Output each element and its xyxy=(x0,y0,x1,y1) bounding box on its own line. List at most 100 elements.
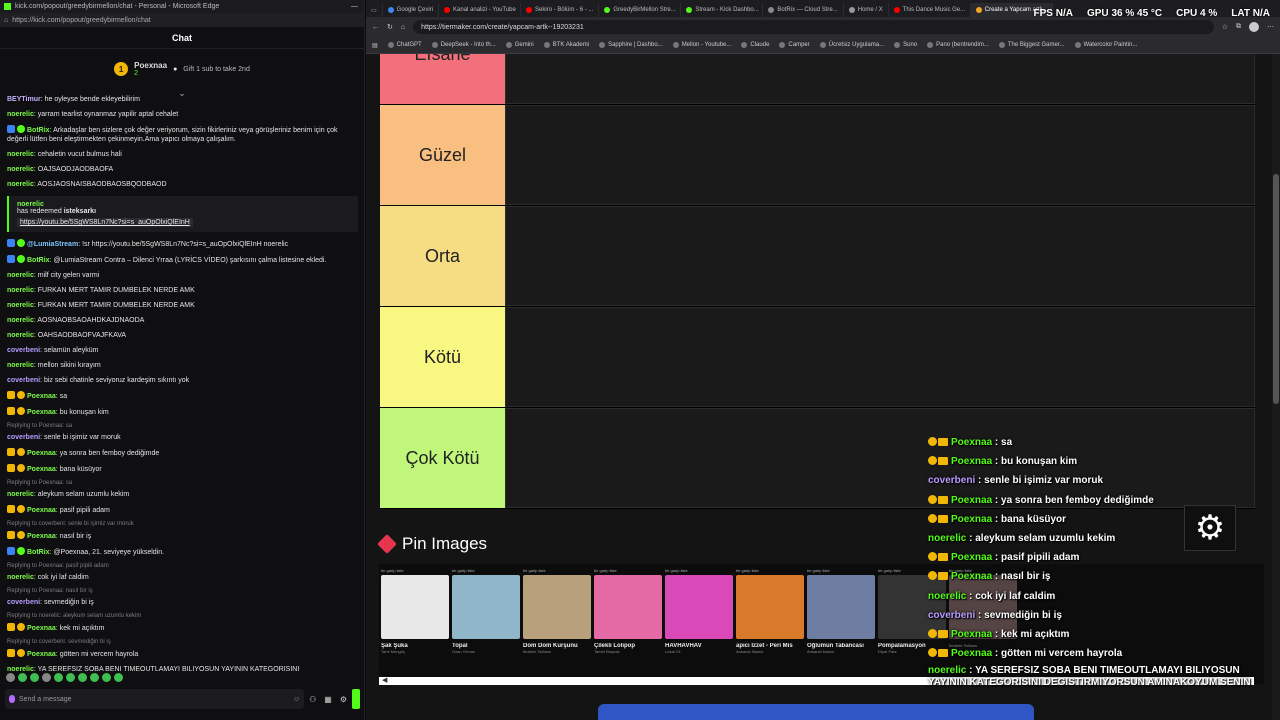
pin-image-card[interactable]: bir garip liste HAVHAVHAV Lokal Cli xyxy=(665,568,733,676)
users-icon[interactable]: ⚇ xyxy=(309,695,316,704)
chat-username[interactable]: noerelic xyxy=(7,272,34,279)
browser-tab[interactable]: Google Çeviri xyxy=(383,3,440,17)
redeem-link[interactable]: https://youtu.be/5SgWS8Ln7Nc?si=s_auOpOl… xyxy=(17,218,193,227)
chat-username[interactable]: coverbeni xyxy=(7,599,40,606)
emote-icon[interactable] xyxy=(30,673,39,682)
bookmark-folder-icon[interactable]: ▤ xyxy=(372,42,378,49)
redeem-user[interactable]: noerelic xyxy=(17,201,350,208)
chat-username[interactable]: noerelic xyxy=(7,574,34,581)
browser-tab[interactable]: Home / X xyxy=(844,3,889,17)
emote-icon[interactable] xyxy=(6,673,15,682)
minimize-icon[interactable]: — xyxy=(351,3,358,10)
browser-tab[interactable]: This Dance Music Ge... xyxy=(889,3,971,17)
bookmark-item[interactable]: DeepSeek - Into th... xyxy=(431,42,496,48)
browser-tab[interactable]: Sekiro - Bölüm - 6 - ... xyxy=(521,3,600,17)
tier-dropzone[interactable] xyxy=(505,206,1255,306)
chat-username[interactable]: noerelic xyxy=(7,491,34,498)
scroll-left-icon[interactable]: ◀ xyxy=(382,676,387,684)
chat-username[interactable]: BotRix xyxy=(27,127,50,134)
chat-username[interactable]: noerelic xyxy=(7,166,34,173)
save-button[interactable] xyxy=(598,704,1034,720)
chat-username[interactable]: Poexnaa xyxy=(27,450,56,457)
tier-label[interactable]: Güzel xyxy=(380,105,505,205)
chat-username[interactable]: Poexnaa xyxy=(27,393,56,400)
chat-username[interactable]: noerelic xyxy=(7,666,34,672)
back-icon[interactable]: ← xyxy=(372,24,379,31)
emote-icon[interactable] xyxy=(18,673,27,682)
emote-icon[interactable] xyxy=(78,673,87,682)
tier-dropzone[interactable] xyxy=(505,105,1255,205)
extensions-icon[interactable]: ⧉ xyxy=(1236,23,1241,31)
favorites-icon[interactable]: ☆ xyxy=(1222,23,1228,31)
emote-icon[interactable] xyxy=(102,673,111,682)
mic-icon[interactable] xyxy=(9,695,15,703)
chat-username[interactable]: noerelic xyxy=(7,287,34,294)
pin-image-card[interactable]: bir garip liste Topal Ozan Yılmaz xyxy=(452,568,520,676)
tier-dropzone[interactable] xyxy=(505,54,1255,104)
more-icon[interactable]: ⋯ xyxy=(1267,23,1274,31)
tier-label[interactable]: Kötü xyxy=(380,307,505,407)
chat-username[interactable]: noerelic xyxy=(7,332,34,339)
chat-username[interactable]: noerelic xyxy=(7,317,34,324)
bookmark-item[interactable]: Suno xyxy=(894,42,917,48)
chat-username[interactable]: BEYTimur xyxy=(7,96,41,103)
chat-input[interactable]: Send a message ☺ xyxy=(5,689,305,709)
pin-image-card[interactable]: bir garip liste Oğlumun Tabancası Ankaralı… xyxy=(807,568,875,676)
chat-username[interactable]: BotRix xyxy=(27,549,50,556)
bookmark-item[interactable]: Pano (bentrendim... xyxy=(927,42,989,48)
chat-username[interactable]: coverbeni xyxy=(7,434,40,441)
refresh-icon[interactable]: ↻ xyxy=(387,23,393,31)
tier-dropzone[interactable] xyxy=(505,307,1255,407)
bookmark-item[interactable]: ChatGPT xyxy=(387,42,422,48)
bookmark-item[interactable]: Mellon - Youtube... xyxy=(672,42,731,48)
emote-icon[interactable] xyxy=(54,673,63,682)
bookmark-item[interactable]: Ücretsiz Uygulama... xyxy=(819,42,884,48)
pin-image-card[interactable]: bir garip liste apıcı İzzet - Peri Mis Ank… xyxy=(736,568,804,676)
chat-username[interactable]: coverbeni xyxy=(7,347,40,354)
address-bar[interactable]: https://tiermaker.com/create/yapcam-artk… xyxy=(413,20,1214,34)
chat-username[interactable]: Poexnaa xyxy=(27,409,56,416)
browser-tab[interactable]: Stream - Kick Dashbo... xyxy=(681,3,764,17)
bookmark-item[interactable]: Claude xyxy=(741,42,769,48)
chat-username[interactable]: BotRix xyxy=(27,257,50,264)
window-controls[interactable]: — xyxy=(351,3,364,10)
bookmark-item[interactable]: Sapphire | Dashbo... xyxy=(599,42,663,48)
chat-username[interactable]: noerelic xyxy=(7,151,34,158)
scrollbar-thumb[interactable] xyxy=(1273,174,1279,404)
chat-username[interactable]: Poexnaa xyxy=(27,507,56,514)
chat-username[interactable]: Poexnaa xyxy=(27,533,56,540)
emote-icon[interactable] xyxy=(66,673,75,682)
settings-icon[interactable]: ⚙ xyxy=(340,695,347,704)
chat-username[interactable]: @LumiaStream xyxy=(27,241,78,248)
bookmark-item[interactable]: Gemini xyxy=(505,42,534,48)
chat-username[interactable]: noerelic xyxy=(7,302,34,309)
bookmark-item[interactable]: Camper xyxy=(779,42,810,48)
pin-image-card[interactable]: bir garip liste Çilekli Lolipop Tamer Boşn… xyxy=(594,568,662,676)
tier-label[interactable]: Efsane xyxy=(380,54,505,104)
home-icon[interactable]: ⌂ xyxy=(401,24,405,31)
pin-image-card[interactable]: bir garip liste Dom Dom Kurşunu İbrahim Ta… xyxy=(523,568,591,676)
vertical-scrollbar[interactable] xyxy=(1272,54,1280,720)
window-url-bar[interactable]: ⌂ https://kick.com/popout/greedybirmello… xyxy=(0,13,364,27)
browser-tab[interactable]: BotRix — Cloud Stre... xyxy=(763,3,844,17)
chat-username[interactable]: noerelic xyxy=(7,111,34,118)
profile-avatar[interactable] xyxy=(1249,22,1259,32)
chat-username[interactable]: coverbeni xyxy=(7,377,40,384)
emote-icon[interactable] xyxy=(114,673,123,682)
emote-icon[interactable] xyxy=(90,673,99,682)
chat-username[interactable]: Poexnaa xyxy=(27,625,56,632)
pinned-gifter[interactable]: 1 Poexnaa 2 ● Gift 1 sub to take 2nd xyxy=(0,49,364,89)
emoji-icon[interactable]: ☺ xyxy=(293,696,300,703)
tab-actions-icon[interactable]: ▭ xyxy=(366,3,383,17)
tier-label[interactable]: Orta xyxy=(380,206,505,306)
chat-username[interactable]: noerelic xyxy=(7,181,34,188)
chat-username[interactable]: noerelic xyxy=(7,362,34,369)
send-chat-button[interactable] xyxy=(352,689,360,709)
chat-username[interactable]: Poexnaa xyxy=(27,651,56,658)
chat-username[interactable]: Poexnaa xyxy=(27,466,56,473)
bookmark-item[interactable]: The Biggest Gamer... xyxy=(998,42,1065,48)
store-icon[interactable]: ▦ xyxy=(324,695,332,704)
bookmark-item[interactable]: Watercolor Paintin... xyxy=(1074,42,1137,48)
bookmark-item[interactable]: BTK Akademi xyxy=(543,42,589,48)
tier-label[interactable]: Çok Kötü xyxy=(380,408,505,508)
